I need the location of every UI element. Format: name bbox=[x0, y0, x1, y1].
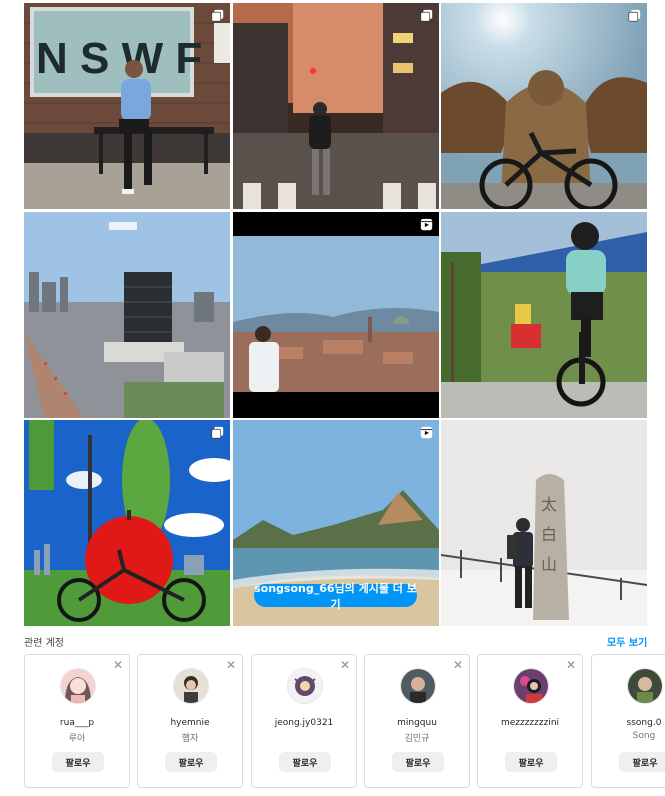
profile-post-grid: N S W F 太 白 山 bbox=[24, 3, 647, 626]
carousel-icon bbox=[211, 9, 224, 22]
account-fullname: Song bbox=[632, 731, 656, 741]
svg-text:山: 山 bbox=[541, 555, 557, 574]
account-card[interactable]: ✕ rua___p 루아 팔로우 bbox=[24, 654, 130, 788]
avatar[interactable] bbox=[513, 668, 549, 704]
post-image bbox=[441, 3, 647, 209]
account-card[interactable]: ✕ ssong.0 Song 팔로우 bbox=[591, 654, 665, 788]
avatar[interactable] bbox=[60, 668, 96, 704]
post-thumbnail-2[interactable] bbox=[232, 3, 439, 209]
post-image: N S W F bbox=[24, 3, 230, 209]
related-accounts-title: 관련 계정 bbox=[24, 638, 64, 649]
post-image: 太白山 bbox=[441, 420, 647, 626]
reels-icon bbox=[420, 218, 432, 230]
account-username[interactable]: hyemnie bbox=[138, 718, 242, 728]
account-card[interactable]: ✕ mezzzzzzzini 팔로우 bbox=[477, 654, 583, 788]
post-image bbox=[232, 3, 439, 209]
see-all-link[interactable]: 모두 보기 bbox=[607, 634, 647, 649]
post-thumbnail-5[interactable] bbox=[232, 211, 439, 418]
follow-button[interactable]: 팔로우 bbox=[619, 752, 665, 772]
reels-icon bbox=[420, 426, 432, 439]
follow-button[interactable]: 팔로우 bbox=[52, 752, 104, 772]
dismiss-icon[interactable]: ✕ bbox=[453, 658, 463, 672]
account-fullname: 혭자 bbox=[181, 734, 199, 744]
account-username[interactable]: rua___p bbox=[25, 718, 129, 728]
avatar[interactable] bbox=[287, 668, 323, 704]
see-more-posts-button[interactable]: songsong_66님의 게시물 더 보기 bbox=[254, 582, 417, 611]
post-thumbnail-1[interactable]: N S W F bbox=[24, 3, 230, 209]
post-thumbnail-4[interactable] bbox=[24, 211, 230, 418]
related-accounts-carousel: ✕ rua___p 루아 팔로우 ✕ hyemnie 혭자 팔로우 ✕ jeon… bbox=[24, 654, 665, 790]
post-thumbnail-6[interactable] bbox=[441, 211, 647, 418]
post-thumbnail-3[interactable] bbox=[441, 3, 647, 209]
follow-button[interactable]: 팔로우 bbox=[392, 752, 444, 772]
post-image bbox=[232, 211, 439, 418]
dismiss-icon[interactable]: ✕ bbox=[340, 658, 350, 672]
account-fullname: 김민규 bbox=[404, 734, 430, 744]
account-card[interactable]: ✕ hyemnie 혭자 팔로우 bbox=[137, 654, 243, 788]
follow-button[interactable]: 팔로우 bbox=[165, 752, 217, 772]
account-username[interactable]: ssong.0 bbox=[592, 718, 665, 728]
svg-text:白: 白 bbox=[541, 525, 557, 544]
avatar[interactable] bbox=[173, 668, 209, 704]
account-username[interactable]: mingquu bbox=[365, 718, 469, 728]
dismiss-icon[interactable]: ✕ bbox=[566, 658, 576, 672]
post-thumbnail-7[interactable] bbox=[24, 420, 230, 626]
dismiss-icon[interactable]: ✕ bbox=[226, 658, 236, 672]
avatar[interactable] bbox=[400, 668, 436, 704]
account-username[interactable]: mezzzzzzzini bbox=[478, 718, 582, 728]
carousel-icon bbox=[419, 9, 432, 22]
svg-text:太: 太 bbox=[541, 495, 557, 514]
account-username[interactable]: jeong.jy0321 bbox=[252, 718, 356, 728]
dismiss-icon[interactable]: ✕ bbox=[113, 658, 123, 672]
post-image bbox=[441, 211, 647, 418]
avatar[interactable] bbox=[627, 668, 663, 704]
post-image bbox=[24, 211, 230, 418]
svg-text:N S W F: N S W F bbox=[36, 34, 202, 83]
carousel-icon bbox=[211, 426, 224, 439]
account-fullname: 루아 bbox=[68, 734, 86, 744]
post-thumbnail-9[interactable]: 太白山 bbox=[441, 420, 647, 626]
follow-button[interactable]: 팔로우 bbox=[505, 752, 557, 772]
carousel-icon bbox=[628, 9, 641, 22]
account-card[interactable]: ✕ mingquu 김민규 팔로우 bbox=[364, 654, 470, 788]
account-card[interactable]: ✕ jeong.jy0321 팔로우 bbox=[251, 654, 357, 788]
follow-button[interactable]: 팔로우 bbox=[279, 752, 331, 772]
post-image bbox=[24, 420, 230, 626]
